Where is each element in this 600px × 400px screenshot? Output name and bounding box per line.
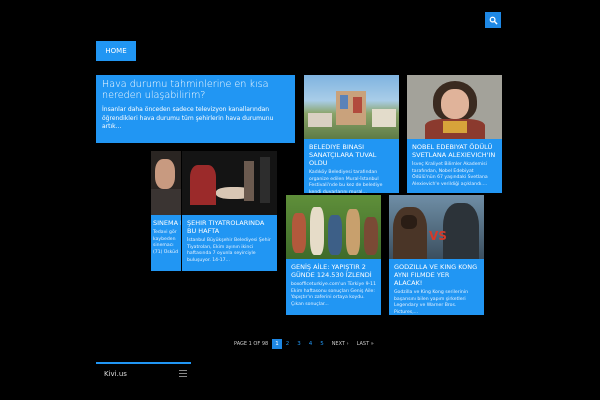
article-card[interactable]: VS GODZILLA VE KING KONG AYNI FILMDE YER…	[389, 195, 484, 315]
next-page-link[interactable]: NEXT ›	[328, 341, 353, 347]
article-excerpt: İstanbul Büyükşehir Belediyesi Şehir Tiy…	[187, 238, 271, 263]
article-image[interactable]	[286, 195, 381, 259]
article-title[interactable]: GODZILLA VE KING KONG AYNI FILMDE YER AL…	[394, 263, 479, 287]
menu-icon[interactable]	[179, 370, 187, 378]
article-excerpt: boxofficeturkiye.com'un Türkiye 9-11 Eki…	[291, 282, 377, 307]
search-button[interactable]	[485, 12, 501, 28]
home-nav-button[interactable]: HOME	[96, 41, 136, 61]
lead-article-title[interactable]: Hava durumu tahminlerine en kısa nereden…	[102, 79, 289, 101]
footer-bar: Kivi.us	[96, 362, 191, 384]
site-name[interactable]: Kivi.us	[104, 370, 127, 378]
article-image[interactable]	[407, 75, 502, 139]
article-excerpt: Tedavi gör kaybeden sinemacı (71) Üsküd	[153, 230, 178, 255]
article-title[interactable]: BELEDIYE BINASI SANATÇILARA TUVAL OLDU	[309, 143, 394, 167]
article-image[interactable]	[151, 151, 181, 215]
search-icon	[489, 16, 498, 25]
article-excerpt: Godzilla ve King Kong serilerinin başarı…	[394, 290, 469, 315]
article-card[interactable]: NOBEL EDEBIYAT ÖDÜLÜ SVETLANA ALEXIEVICH…	[407, 75, 502, 193]
article-card[interactable]: BELEDIYE BINASI SANATÇILARA TUVAL OLDU K…	[304, 75, 399, 193]
page-link[interactable]: 5	[316, 341, 328, 347]
pagination: PAGE 1 OF 98 1 2 3 4 5 NEXT › LAST »	[230, 338, 378, 349]
article-title[interactable]: NOBEL EDEBIYAT ÖDÜLÜ SVETLANA ALEXIEVICH…	[412, 143, 497, 159]
page-link[interactable]: 2	[282, 341, 294, 347]
article-card[interactable]: GENİŞ AİLE: YAPIŞTIR 2 GÜNDE 124.530 İZL…	[286, 195, 381, 315]
page-link[interactable]: 4	[305, 341, 317, 347]
article-card[interactable]: ŞEHIR TIYATROLARINDA BU HAFTA İstanbul B…	[182, 151, 277, 271]
article-image[interactable]	[182, 151, 277, 215]
article-title[interactable]: SINEMA ELITAŞ T	[153, 219, 181, 227]
article-card[interactable]: SINEMA ELITAŞ T Tedavi gör kaybeden sine…	[151, 151, 181, 271]
page-info: PAGE 1 OF 98	[234, 340, 269, 347]
article-excerpt: İsveç Kraliyet Bilimler Akademisi tarafı…	[412, 162, 488, 187]
article-title[interactable]: ŞEHIR TIYATROLARINDA BU HAFTA	[187, 219, 272, 235]
article-image[interactable]: VS	[389, 195, 484, 259]
page-link[interactable]: 3	[293, 341, 305, 347]
article-title[interactable]: GENİŞ AİLE: YAPIŞTIR 2 GÜNDE 124.530 İZL…	[291, 263, 376, 279]
lead-article[interactable]: Hava durumu tahminlerine en kısa nereden…	[96, 75, 295, 143]
page-link-current[interactable]: 1	[272, 338, 282, 349]
article-image[interactable]	[304, 75, 399, 139]
lead-article-excerpt: İnsanlar daha önceden sadece televizyon …	[102, 106, 274, 130]
last-page-link[interactable]: LAST »	[353, 341, 378, 347]
article-excerpt: Kadıköy Belediyesi tarafından organize e…	[309, 170, 383, 193]
